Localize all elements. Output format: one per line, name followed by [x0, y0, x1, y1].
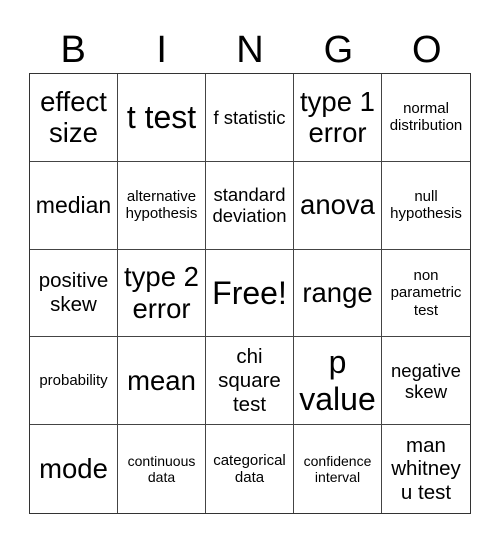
bingo-cell[interactable]: type 2 error — [118, 249, 206, 338]
bingo-cell-free[interactable]: Free! — [206, 249, 294, 338]
bingo-cell[interactable]: normal distribution — [382, 74, 470, 162]
bingo-cell-label: normal distribution — [389, 100, 463, 135]
bingo-cell-label: alternative hypothesis — [125, 187, 198, 223]
header-letter-o: O — [412, 29, 442, 71]
bingo-cell-label: mode — [39, 453, 108, 485]
bingo-cell[interactable]: null hypothesis — [382, 162, 470, 250]
bingo-cell-label: type 2 error — [124, 261, 199, 324]
bingo-cell[interactable]: positive skew — [30, 249, 118, 338]
bingo-cell-label: positive skew — [38, 269, 109, 316]
bingo-cell[interactable]: probability — [30, 337, 118, 426]
bingo-cell-label: categorical data — [213, 451, 286, 487]
bingo-cell-label: p value — [299, 343, 376, 417]
bingo-cell-label: standard deviation — [212, 183, 287, 227]
bingo-cell[interactable]: f statistic — [206, 74, 294, 162]
bingo-header: B I N G O — [29, 28, 471, 72]
bingo-cell-label: type 1 error — [300, 85, 375, 149]
bingo-cell[interactable]: alternative hypothesis — [118, 161, 206, 250]
bingo-cell-label: f statistic — [213, 106, 286, 128]
bingo-cell[interactable]: t test — [118, 74, 206, 162]
bingo-cell[interactable]: non parametric test — [382, 250, 470, 338]
bingo-cell-label: mean — [127, 364, 196, 396]
bingo-cell-label: non parametric test — [390, 267, 462, 319]
bingo-cell-label: anova — [300, 189, 375, 221]
bingo-cell-label: effect size — [40, 85, 107, 149]
bingo-cell-label: t test — [126, 99, 197, 135]
bingo-cell-label: continuous data — [127, 453, 196, 486]
bingo-cell[interactable]: range — [294, 249, 382, 338]
bingo-cell[interactable]: negative skew — [382, 337, 470, 426]
bingo-cell[interactable]: type 1 error — [294, 74, 382, 162]
bingo-cell-label: chi square test — [218, 345, 281, 416]
bingo-cell-label: null hypothesis — [390, 187, 462, 223]
bingo-cell[interactable]: categorical data — [206, 425, 294, 513]
bingo-cell[interactable]: median — [30, 161, 118, 250]
bingo-cell[interactable]: standard deviation — [206, 161, 294, 250]
bingo-cell-label: confidence interval — [303, 453, 372, 486]
bingo-cell[interactable]: man whitney u test — [382, 425, 470, 513]
bingo-cell[interactable]: continuous data — [118, 425, 206, 513]
bingo-cell[interactable]: mode — [30, 425, 118, 513]
bingo-cell-label: median — [35, 191, 112, 218]
header-letter-g: G — [323, 29, 354, 71]
bingo-cell-label: negative skew — [391, 359, 461, 402]
bingo-cell-label: range — [302, 277, 373, 309]
bingo-cell-label: Free! — [212, 274, 287, 311]
bingo-card-grid: effect size t test f statistic type 1 error… — [29, 73, 471, 514]
bingo-cell[interactable]: chi square test — [206, 337, 294, 426]
header-letter-b: B — [60, 29, 86, 71]
bingo-cell-label: man whitney u test — [391, 433, 461, 504]
header-letter-n: N — [236, 29, 264, 71]
header-letter-i: I — [156, 29, 167, 71]
bingo-cell[interactable]: anova — [294, 161, 382, 250]
bingo-cell[interactable]: p value — [294, 337, 382, 426]
bingo-cell-label: probability — [39, 372, 108, 390]
bingo-cell[interactable]: confidence interval — [294, 425, 382, 513]
bingo-cell[interactable]: effect size — [30, 74, 118, 162]
bingo-cell[interactable]: mean — [118, 337, 206, 426]
